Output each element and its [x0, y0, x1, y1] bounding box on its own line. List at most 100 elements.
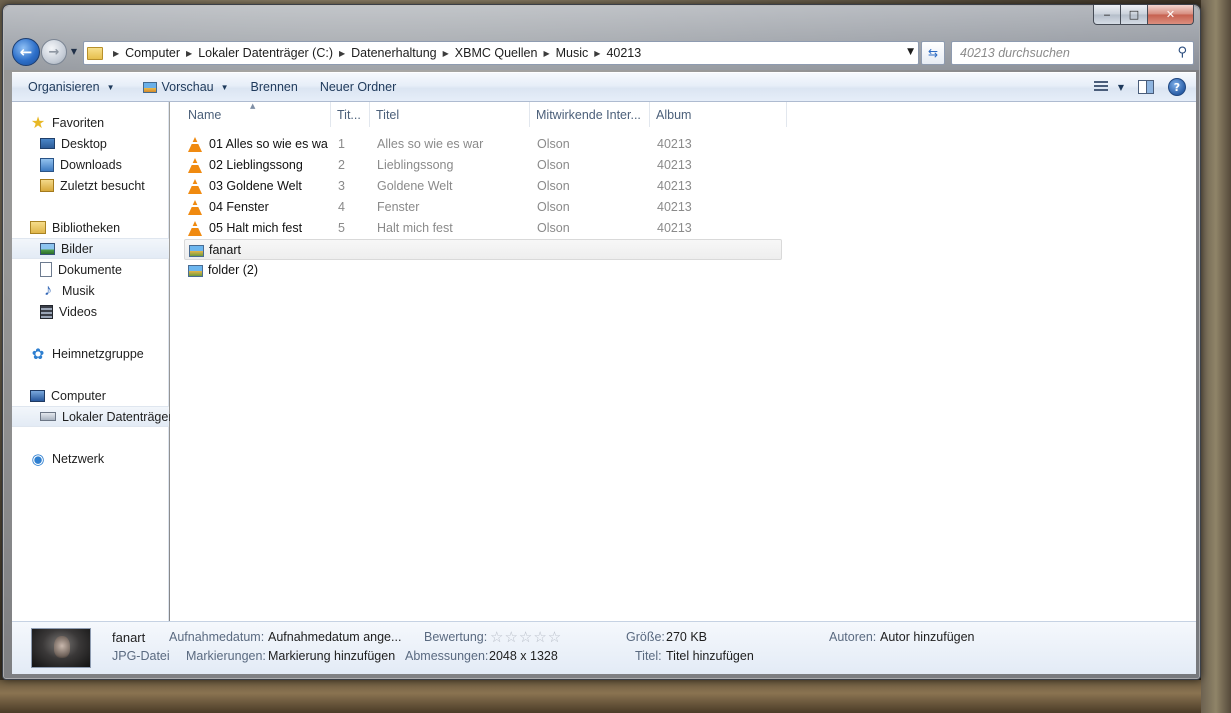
authors-value[interactable]: Autor hinzufügen	[880, 630, 975, 644]
file-row[interactable]: 04 Fenster 4 Fenster Olson 40213	[184, 197, 782, 218]
breadcrumb-separator-icon[interactable]: ▶	[113, 49, 119, 58]
back-button[interactable]: ←	[12, 38, 40, 66]
nav-item-network[interactable]: ◉ Netzwerk	[12, 448, 169, 469]
preview-label: Vorschau	[161, 80, 214, 94]
column-header-track[interactable]: Tit...	[331, 102, 370, 127]
nav-item-label: Dokumente	[58, 262, 122, 277]
date-taken-value[interactable]: Aufnahmedatum ange...	[268, 630, 401, 644]
organize-button[interactable]: Organisieren ▼	[20, 75, 123, 99]
desktop-wallpaper-bottom	[0, 680, 1231, 713]
column-header-name[interactable]: Name	[182, 102, 331, 127]
rating-stars-icon[interactable]: ☆☆☆☆☆	[490, 628, 562, 646]
file-name-cell: 03 Goldene Welt	[188, 176, 328, 197]
nav-item-computer[interactable]: Computer	[12, 385, 169, 406]
nav-item-local-disk[interactable]: Lokaler Datenträger	[12, 406, 172, 427]
file-row[interactable]: folder (2)	[184, 260, 782, 281]
file-row[interactable]: 01 Alles so wie es war 1 Alles so wie es…	[184, 134, 782, 155]
chevron-down-icon: ▼	[220, 82, 229, 92]
file-name: folder (2)	[208, 263, 259, 277]
new-folder-button[interactable]: Neuer Ordner	[312, 75, 404, 99]
refresh-button[interactable]: ⇆	[921, 41, 945, 65]
file-row[interactable]: 05 Halt mich fest 5 Halt mich fest Olson…	[184, 218, 782, 239]
nav-item-desktop[interactable]: Desktop	[12, 133, 169, 154]
breadcrumb-music[interactable]: Music	[556, 46, 589, 60]
pictures-icon	[40, 242, 55, 255]
breadcrumb-computer[interactable]: Computer	[125, 46, 180, 60]
preview-pane-icon[interactable]	[1138, 80, 1154, 94]
view-chevron-down-icon[interactable]: ▼	[1118, 83, 1124, 92]
nav-item-videos[interactable]: Videos	[12, 301, 169, 322]
recent-places-icon	[40, 179, 54, 192]
artist-cell: Olson	[537, 137, 570, 151]
track-cell: 2	[338, 158, 345, 172]
image-thumbnail	[31, 628, 91, 668]
file-name-cell: 05 Halt mich fest	[188, 218, 328, 239]
breadcrumb-separator-icon[interactable]: ▶	[186, 49, 192, 58]
nav-item-homegroup[interactable]: ✿ Heimnetzgruppe	[12, 343, 169, 364]
preview-button[interactable]: Vorschau ▼	[135, 75, 237, 99]
title-cell: Lieblingssong	[377, 158, 454, 172]
tags-value[interactable]: Markierung hinzufügen	[268, 649, 395, 663]
column-header-title[interactable]: Titel	[370, 102, 530, 127]
column-header-artist[interactable]: Mitwirkende Inter...	[530, 102, 650, 127]
details-filetype: JPG-Datei	[112, 649, 170, 663]
nav-item-recent[interactable]: Zuletzt besucht	[12, 175, 169, 196]
desktop-wallpaper-right	[1201, 0, 1231, 713]
file-row-selected[interactable]: fanart	[184, 239, 782, 260]
image-file-icon	[188, 264, 203, 277]
file-row[interactable]: 02 Lieblingssong 2 Lieblingssong Olson 4…	[184, 155, 782, 176]
column-header-album[interactable]: Album	[650, 102, 787, 127]
album-cell: 40213	[657, 221, 692, 235]
file-name: 01 Alles so wie es war	[209, 137, 328, 151]
tags-label: Markierungen:	[186, 649, 266, 663]
forward-button[interactable]: →	[41, 39, 67, 65]
breadcrumb-local-disk[interactable]: Lokaler Datenträger (C:)	[198, 46, 333, 60]
title-value[interactable]: Titel hinzufügen	[666, 649, 754, 663]
size-label: Größe:	[626, 630, 665, 644]
back-arrow-icon: ←	[19, 43, 33, 61]
libraries-icon	[30, 221, 46, 234]
nav-item-label: Downloads	[60, 157, 122, 172]
breadcrumb-separator-icon[interactable]: ▶	[543, 49, 549, 58]
nav-item-downloads[interactable]: Downloads	[12, 154, 169, 175]
breadcrumb-datenerhaltung[interactable]: Datenerhaltung	[351, 46, 436, 60]
artist-cell: Olson	[537, 179, 570, 193]
nav-item-pictures[interactable]: Bilder	[12, 238, 169, 259]
chevron-down-icon: ▼	[106, 82, 115, 92]
downloads-icon	[40, 157, 54, 172]
nav-item-music[interactable]: ♪ Musik	[12, 280, 169, 301]
breadcrumb-separator-icon[interactable]: ▶	[339, 49, 345, 58]
file-row[interactable]: 03 Goldene Welt 3 Goldene Welt Olson 402…	[184, 176, 782, 197]
nav-item-label: Zuletzt besucht	[60, 178, 145, 193]
address-dropdown-icon[interactable]: ▼	[907, 47, 914, 57]
maximize-button[interactable]: □	[1121, 5, 1148, 25]
breadcrumb-separator-icon[interactable]: ▶	[443, 49, 449, 58]
change-view-icon[interactable]	[1093, 80, 1112, 94]
file-name: 02 Lieblingssong	[209, 158, 303, 172]
recent-pages-dropdown[interactable]: ▼	[68, 47, 80, 59]
burn-button[interactable]: Brennen	[243, 75, 306, 99]
title-label: Titel:	[635, 649, 662, 663]
burn-label: Brennen	[250, 80, 298, 94]
nav-item-label: Desktop	[61, 136, 107, 151]
vlc-media-icon	[188, 158, 202, 173]
breadcrumb-separator-icon[interactable]: ▶	[594, 49, 600, 58]
address-bar[interactable]: ▶ Computer ▶ Lokaler Datenträger (C:) ▶ …	[83, 41, 919, 65]
breadcrumb-40213[interactable]: 40213	[606, 46, 641, 60]
search-icon[interactable]: ⚲	[1177, 45, 1187, 60]
nav-item-favorites[interactable]: ★ Favoriten	[12, 112, 169, 133]
search-input[interactable]	[960, 46, 1165, 60]
details-pane: fanart JPG-Datei Aufnahmedatum: Aufnahme…	[12, 621, 1196, 674]
rating-label: Bewertung:	[424, 630, 488, 644]
nav-item-documents[interactable]: Dokumente	[12, 259, 169, 280]
preview-image-icon	[142, 81, 157, 93]
file-name: 04 Fenster	[209, 200, 269, 214]
file-name-cell: fanart	[189, 240, 329, 261]
nav-item-label: Bibliotheken	[52, 220, 121, 235]
minimize-button[interactable]: ‒	[1093, 5, 1121, 25]
search-box[interactable]: ⚲	[951, 41, 1194, 65]
breadcrumb-xbmc-quellen[interactable]: XBMC Quellen	[455, 46, 538, 60]
nav-item-libraries[interactable]: Bibliotheken	[12, 217, 169, 238]
help-icon[interactable]: ?	[1168, 78, 1186, 96]
close-button[interactable]: ✕	[1148, 5, 1194, 25]
